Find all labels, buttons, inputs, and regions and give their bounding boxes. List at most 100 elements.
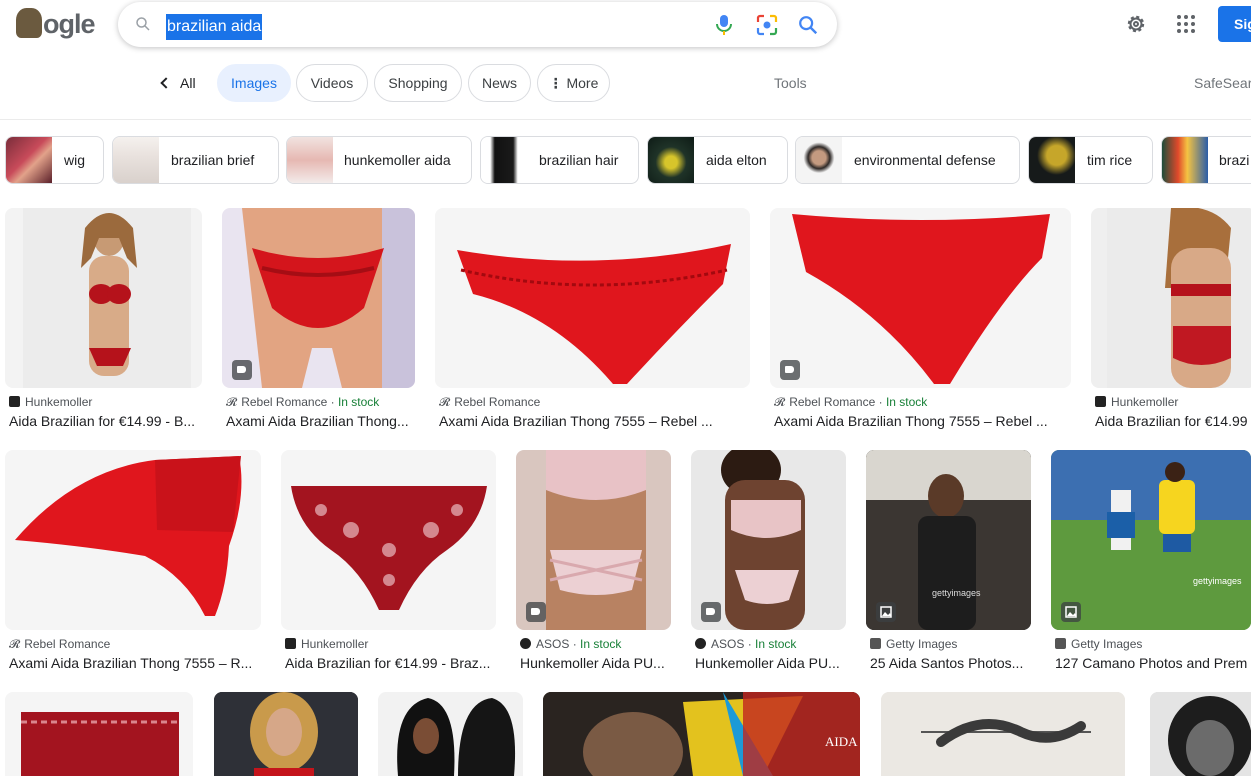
source-name: Getty Images bbox=[1071, 637, 1143, 651]
result-title[interactable]: Aida Brazilian for €14.99 - Braz... bbox=[285, 655, 496, 671]
source-name: Getty Images bbox=[886, 637, 958, 651]
vintage-athlete-image bbox=[881, 692, 1125, 776]
related-thumbnail bbox=[648, 137, 694, 183]
safesearch-button[interactable]: SafeSear bbox=[1194, 64, 1251, 102]
model-back-lingerie-image bbox=[1107, 208, 1251, 388]
related-chip-brazilian-hair[interactable]: brazilian hair bbox=[480, 136, 639, 184]
result-title[interactable]: Axami Aida Brazilian Thong 7555 – R... bbox=[9, 655, 261, 671]
tab-all[interactable]: All bbox=[160, 64, 196, 102]
getty-favicon bbox=[870, 638, 881, 649]
sign-in-button[interactable]: Sig bbox=[1218, 6, 1251, 42]
result-image[interactable] bbox=[281, 450, 496, 630]
result-title[interactable]: Axami Aida Brazilian Thong 7555 – Rebel … bbox=[439, 413, 750, 429]
related-label: tim rice bbox=[1087, 152, 1133, 168]
tab-videos[interactable]: Videos bbox=[296, 64, 368, 102]
header-divider bbox=[0, 119, 1251, 120]
aida-poster-image: AIDA bbox=[543, 692, 860, 776]
settings-gear-icon[interactable] bbox=[1124, 12, 1148, 36]
result-image[interactable] bbox=[1091, 208, 1251, 388]
portrait-bw-image bbox=[1150, 692, 1251, 776]
soccer-match-image: gettyimages bbox=[1051, 450, 1251, 630]
result-title[interactable]: Aida Brazilian for €14.99 bbox=[1095, 413, 1251, 429]
related-chip-brazilian-brief[interactable]: brazilian brief bbox=[112, 136, 279, 184]
source-name: ASOS bbox=[711, 637, 745, 651]
related-thumbnail bbox=[481, 137, 527, 183]
result-title[interactable]: Aida Brazilian for €14.99 - B... bbox=[9, 413, 202, 429]
result-image[interactable] bbox=[5, 692, 193, 776]
related-chip-tim-rice[interactable]: tim rice bbox=[1028, 136, 1153, 184]
result-title[interactable]: Axami Aida Brazilian Thong... bbox=[226, 413, 416, 429]
source-name: ASOS bbox=[536, 637, 570, 651]
shopping-tag-icon bbox=[526, 602, 546, 622]
related-label: brazi bbox=[1219, 152, 1250, 168]
related-chip-hunkemoller-aida[interactable]: hunkemoller aida bbox=[286, 136, 472, 184]
result-title[interactable]: 127 Camano Photos and Prem bbox=[1055, 655, 1251, 671]
shopping-tag-icon bbox=[701, 602, 721, 622]
result-image[interactable]: gettyimages bbox=[1051, 450, 1251, 630]
hunkemoller-favicon bbox=[1095, 396, 1106, 407]
tab-news[interactable]: News bbox=[468, 64, 531, 102]
tab-more[interactable]: ⋮ More bbox=[537, 64, 610, 102]
chevron-left-icon bbox=[160, 77, 172, 89]
more-vert-icon: ⋮ bbox=[548, 75, 563, 91]
result-source: Hunkemoller bbox=[1095, 395, 1178, 409]
tab-shopping[interactable]: Shopping bbox=[374, 64, 462, 102]
red-brief-image bbox=[21, 712, 179, 776]
rebel-romance-favicon: 𝓡 bbox=[9, 637, 21, 651]
result-source: 𝓡 Rebel Romance · In stock bbox=[774, 395, 928, 409]
result-image[interactable] bbox=[1150, 692, 1251, 776]
red-lace-thong-image bbox=[457, 244, 731, 384]
rebel-romance-favicon: 𝓡 bbox=[226, 395, 238, 409]
stock-status: In stock bbox=[755, 637, 797, 651]
search-input[interactable]: brazilian aida bbox=[166, 14, 263, 40]
related-chip-aida-elton[interactable]: aida elton bbox=[647, 136, 788, 184]
result-source: 𝓡 Rebel Romance · In stock bbox=[226, 395, 380, 409]
result-image[interactable] bbox=[516, 450, 671, 630]
tab-all-label: All bbox=[180, 75, 196, 91]
result-image[interactable]: gettyimages bbox=[866, 450, 1031, 630]
result-image[interactable] bbox=[881, 692, 1125, 776]
result-image[interactable]: AIDA bbox=[543, 692, 860, 776]
result-image[interactable] bbox=[5, 208, 202, 388]
result-source: 𝓡 Rebel Romance bbox=[9, 637, 110, 652]
result-image[interactable] bbox=[214, 692, 358, 776]
search-icon bbox=[136, 17, 150, 31]
google-lens-icon[interactable] bbox=[756, 14, 778, 36]
tools-button[interactable]: Tools bbox=[774, 64, 807, 102]
aida-poster-title: AIDA bbox=[825, 734, 858, 749]
search-submit-icon[interactable] bbox=[797, 14, 819, 36]
source-name: Rebel Romance bbox=[241, 395, 328, 409]
result-image[interactable] bbox=[5, 450, 261, 630]
microphone-icon[interactable] bbox=[714, 14, 734, 36]
result-image[interactable] bbox=[378, 692, 523, 776]
result-image[interactable] bbox=[435, 208, 750, 388]
google-apps-icon[interactable] bbox=[1176, 14, 1196, 34]
result-title[interactable]: Hunkemoller Aida PU... bbox=[520, 655, 671, 671]
tab-images[interactable]: Images bbox=[217, 64, 291, 102]
result-image[interactable] bbox=[222, 208, 415, 388]
getty-watermark: gettyimages bbox=[1193, 576, 1242, 586]
related-chip-brazi[interactable]: brazi bbox=[1161, 136, 1251, 184]
related-label: environmental defense bbox=[854, 152, 996, 168]
related-chip-environmental-defense[interactable]: environmental defense bbox=[795, 136, 1020, 184]
result-title[interactable]: 25 Aida Santos Photos... bbox=[870, 655, 1031, 671]
result-source: 𝓡 Rebel Romance bbox=[439, 395, 540, 410]
result-image[interactable] bbox=[691, 450, 846, 630]
stock-status: In stock bbox=[580, 637, 622, 651]
related-label: aida elton bbox=[706, 152, 767, 168]
search-box[interactable]: brazilian aida bbox=[118, 2, 837, 47]
hunkemoller-favicon bbox=[285, 638, 296, 649]
stock-status: In stock bbox=[337, 395, 380, 409]
result-image[interactable] bbox=[770, 208, 1071, 388]
related-label: brazilian brief bbox=[171, 152, 255, 168]
related-thumbnail bbox=[113, 137, 159, 183]
google-logo[interactable]: ogle bbox=[16, 8, 96, 42]
result-title[interactable]: Hunkemoller Aida PU... bbox=[695, 655, 846, 671]
result-source: Hunkemoller bbox=[9, 395, 92, 409]
blonde-model-image bbox=[214, 692, 358, 776]
related-chip-wig[interactable]: wig bbox=[5, 136, 104, 184]
result-source: Getty Images bbox=[1055, 637, 1142, 651]
result-title[interactable]: Axami Aida Brazilian Thong 7555 – Rebel … bbox=[774, 413, 1071, 429]
red-thong-side-image bbox=[15, 456, 242, 616]
source-name: Rebel Romance bbox=[454, 395, 541, 409]
